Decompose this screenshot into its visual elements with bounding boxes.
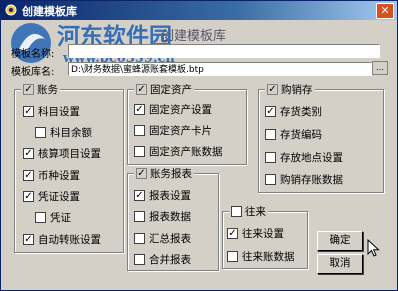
group-dealings-checkbox[interactable] bbox=[231, 206, 242, 217]
checkbox-fixed-asset-data[interactable]: 固定资产账数据 bbox=[134, 144, 223, 159]
template-name-input[interactable] bbox=[68, 44, 380, 58]
group-fixed-assets: ✓ 固定资产 ✓ 固定资产设置 固定资产卡片 固定资产账数据 bbox=[127, 82, 247, 165]
group-ledger: ✓ 账务 ✓ 科目设置 科目余额 ✓ 核算项目设置 ✓ 币种设置 ✓ 凭证设置 凭证 ✓… bbox=[14, 82, 124, 253]
template-lib-label: 模板库名: bbox=[11, 67, 55, 78]
group-inventory-header[interactable]: ✓ 购销存 bbox=[265, 82, 315, 97]
group-reports: ✓ 账务报表 ✓ 报表设置 报表数据 汇总报表 合并报表 bbox=[127, 166, 219, 271]
group-dealings-title: 往来 bbox=[245, 206, 266, 218]
title-bar: 创建模板库 ✕ bbox=[1, 1, 397, 20]
close-button[interactable]: ✕ bbox=[376, 3, 394, 19]
checkbox-report-setup[interactable]: ✓ 报表设置 bbox=[134, 188, 191, 203]
template-name-label: 模板名称: bbox=[11, 49, 55, 60]
checkbox-account-setup[interactable]: ✓ 科目设置 bbox=[23, 104, 80, 119]
window-title: 创建模板库 bbox=[22, 5, 77, 18]
group-ledger-checkbox[interactable]: ✓ bbox=[23, 84, 34, 95]
create-template-dialog: 创建模板库 ✕ 河东软件园 www.pc0359.cn 创建模板库 模板名称: … bbox=[0, 0, 398, 291]
group-fixed-assets-checkbox[interactable]: ✓ bbox=[136, 84, 147, 95]
group-inventory-title: 购销存 bbox=[281, 84, 313, 96]
dialog-heading: 创建模板库 bbox=[161, 29, 227, 44]
group-ledger-header[interactable]: ✓ 账务 bbox=[21, 82, 60, 97]
checkbox-voucher[interactable]: 凭证 bbox=[35, 210, 71, 225]
group-reports-checkbox[interactable]: ✓ bbox=[136, 168, 147, 179]
checkbox-stock-category[interactable]: ✓ 存货类别 bbox=[265, 104, 322, 119]
checkbox-inventory-data[interactable]: 购销存账数据 bbox=[265, 172, 343, 187]
app-icon bbox=[5, 4, 17, 16]
group-reports-title: 账务报表 bbox=[150, 168, 192, 180]
checkbox-dealings-data[interactable]: 往来账数据 bbox=[227, 249, 295, 264]
checkbox-consolidated-report[interactable]: 合并报表 bbox=[134, 252, 191, 267]
checkbox-currency-setup[interactable]: ✓ 币种设置 bbox=[23, 168, 80, 183]
ok-button[interactable]: 确定 bbox=[317, 231, 363, 251]
group-fixed-assets-header[interactable]: ✓ 固定资产 bbox=[134, 82, 194, 97]
checkbox-project-setup[interactable]: ✓ 核算项目设置 bbox=[23, 146, 101, 161]
group-dealings: 往来 ✓ 往来设置 往来账数据 bbox=[222, 204, 308, 269]
group-ledger-title: 账务 bbox=[37, 84, 58, 96]
checkbox-fixed-asset-card[interactable]: 固定资产卡片 bbox=[134, 123, 212, 138]
checkbox-auto-transfer[interactable]: ✓ 自动转账设置 bbox=[23, 232, 101, 247]
group-inventory: ✓ 购销存 ✓ 存货类别 存货编码 存放地点设置 购销存账数据 bbox=[258, 82, 384, 193]
checkbox-dealings-setup[interactable]: ✓ 往来设置 bbox=[227, 226, 284, 241]
checkbox-voucher-setup[interactable]: ✓ 凭证设置 bbox=[23, 189, 80, 204]
checkbox-summary-report[interactable]: 汇总报表 bbox=[134, 231, 191, 246]
group-inventory-checkbox[interactable]: ✓ bbox=[267, 84, 278, 95]
cancel-button[interactable]: 取消 bbox=[317, 254, 363, 274]
checkbox-account-balance[interactable]: 科目余额 bbox=[35, 125, 92, 140]
browse-button[interactable]: … bbox=[372, 61, 388, 75]
group-dealings-header[interactable]: 往来 bbox=[229, 204, 268, 219]
checkbox-report-data[interactable]: 报表数据 bbox=[134, 209, 191, 224]
mouse-cursor-icon bbox=[367, 239, 380, 257]
group-fixed-assets-title: 固定资产 bbox=[150, 84, 192, 96]
checkbox-storage-location[interactable]: 存放地点设置 bbox=[265, 150, 343, 165]
checkbox-fixed-asset-setup[interactable]: ✓ 固定资产设置 bbox=[134, 102, 212, 117]
template-lib-input[interactable]: D:\财务数据\蜜蜂源账套模板.btp bbox=[68, 62, 372, 76]
group-reports-header[interactable]: ✓ 账务报表 bbox=[134, 166, 194, 181]
checkbox-stock-code[interactable]: 存货编码 bbox=[265, 127, 322, 142]
